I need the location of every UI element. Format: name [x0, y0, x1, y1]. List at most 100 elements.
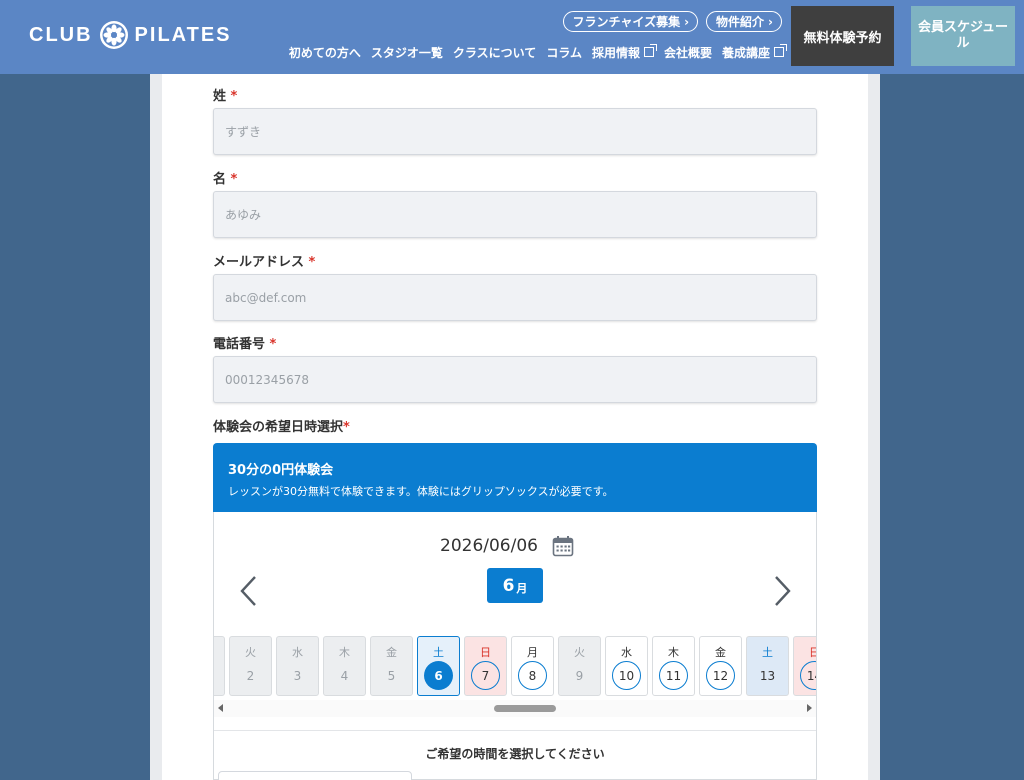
day-number: 7 — [471, 661, 500, 690]
last-name-label: 姓 * — [213, 85, 237, 104]
required-mark: * — [230, 172, 238, 187]
day-tile[interactable]: 土 13 — [746, 636, 789, 696]
day-tile: 木4 — [323, 636, 366, 696]
day-of-week: 日 — [480, 646, 491, 659]
email-placeholder: abc@def.com — [225, 290, 307, 305]
external-link-icon — [774, 43, 787, 57]
day-of-week: 水 — [292, 646, 303, 659]
chevron-right-icon: › — [684, 14, 690, 29]
external-link-icon — [643, 43, 657, 57]
last-name-input[interactable]: すずき — [213, 108, 817, 155]
day-tile[interactable]: 金 12 — [699, 636, 742, 696]
day-number: 8 — [518, 661, 547, 690]
day-tile[interactable]: 木 11 — [652, 636, 695, 696]
logo-text-right: PILATES — [134, 23, 232, 46]
phone-label-text: 電話番号 — [213, 337, 266, 352]
day-tile: 火2 — [229, 636, 272, 696]
required-mark: * — [269, 337, 277, 352]
day-number: 10 — [612, 661, 641, 690]
month-unit: 月 — [516, 581, 528, 595]
time-slot-option[interactable] — [218, 771, 412, 780]
first-name-label-text: 名 — [213, 172, 227, 187]
scroll-thumb[interactable] — [494, 705, 556, 712]
flower-logo-icon — [99, 21, 128, 49]
day-number: 1 — [214, 661, 218, 690]
day-of-week: 日 — [809, 646, 816, 659]
day-of-week: 土 — [762, 646, 773, 659]
nav-training-label: 養成講座 — [721, 46, 770, 60]
section-divider — [214, 730, 816, 731]
selected-date-text: 2026/06/06 — [440, 536, 538, 556]
day-tile[interactable]: 土6 — [417, 636, 460, 696]
day-number: 11 — [659, 661, 688, 690]
month-number: 6 — [502, 575, 515, 596]
day-number: 5 — [387, 668, 396, 683]
email-input[interactable]: abc@def.com — [213, 274, 817, 321]
first-name-input[interactable]: あゆみ — [213, 191, 817, 238]
day-number: 9 — [575, 668, 584, 683]
time-prompt: ご希望の時間を選択してください — [425, 747, 605, 761]
nav-training[interactable]: 養成講座 — [721, 43, 787, 61]
nav-recruit[interactable]: 採用情報 — [591, 43, 657, 61]
day-tile[interactable]: 水 10 — [605, 636, 648, 696]
day-number: 4 — [340, 668, 349, 683]
trial-description: レッスンが30分無料で体験できます。体験にはグリップソックスが必要です。 — [228, 485, 614, 498]
day-tile: 火9 — [558, 636, 601, 696]
calendar-icon[interactable] — [552, 535, 574, 557]
day-number: 13 — [759, 668, 776, 683]
required-mark: * — [343, 420, 350, 435]
free-trial-button[interactable]: 無料体験予約 — [791, 6, 894, 66]
required-mark: * — [308, 255, 316, 270]
month-badge: 6 月 — [487, 568, 543, 603]
franchise-link[interactable]: フランチャイズ募集 › — [562, 11, 699, 32]
day-tile: 金5 — [370, 636, 413, 696]
day-of-week: 水 — [621, 646, 632, 659]
day-tile[interactable]: 月8 — [511, 636, 554, 696]
phone-input[interactable]: 00012345678 — [213, 356, 817, 403]
nav-recruit-label: 採用情報 — [591, 46, 640, 60]
day-of-week: 火 — [245, 646, 256, 659]
day-tile[interactable]: 日 14 — [793, 636, 816, 696]
logo-text-left: CLUB — [29, 23, 93, 46]
day-strip: 月1火2水3木4金5土6日7月8火9水10木11金12土13日14 — [214, 636, 816, 696]
day-number: 3 — [293, 668, 302, 683]
property-link-label: 物件紹介 — [716, 15, 765, 29]
day-number: 2 — [246, 668, 255, 683]
day-of-week: 木 — [668, 646, 679, 659]
day-number: 12 — [706, 661, 735, 690]
phone-label: 電話番号 * — [213, 333, 276, 352]
required-mark: * — [230, 89, 238, 104]
last-name-label-text: 姓 — [213, 89, 227, 104]
day-number: 14 — [800, 661, 816, 690]
day-of-week: 月 — [527, 646, 538, 659]
nav-studios[interactable]: スタジオ一覧 — [371, 44, 443, 61]
scroll-right-arrow-icon[interactable] — [807, 704, 812, 712]
next-month-arrow-icon[interactable] — [770, 573, 794, 609]
nav-company[interactable]: 会社概要 — [664, 44, 712, 61]
day-of-week: 火 — [574, 646, 585, 659]
scroll-left-arrow-icon[interactable] — [218, 704, 223, 712]
club-pilates-logo[interactable]: CLUB PILATES — [29, 20, 232, 50]
last-name-placeholder: すずき — [225, 125, 262, 139]
selected-date-display: 2026/06/06 — [440, 535, 574, 557]
email-label: メールアドレス * — [213, 251, 315, 270]
header-pill-links: フランチャイズ募集 › 物件紹介 › — [562, 11, 782, 32]
email-label-text: メールアドレス — [213, 255, 305, 270]
nav-beginners[interactable]: 初めての方へ — [289, 44, 361, 61]
day-tile: 水3 — [276, 636, 319, 696]
member-schedule-button[interactable]: 会員スケジュール — [911, 6, 1015, 66]
main-nav: 初めての方へ スタジオ一覧 クラスについて コラム 採用情報 会社概要 養成講座 — [289, 43, 787, 61]
day-scrollbar[interactable] — [214, 700, 816, 717]
first-name-placeholder: あゆみ — [225, 208, 262, 222]
day-of-week: 金 — [386, 646, 397, 659]
prev-month-arrow-icon[interactable] — [237, 573, 261, 609]
trial-card-header: 30分の0円体験会 レッスンが30分無料で体験できます。体験にはグリップソックス… — [213, 443, 817, 512]
chevron-right-icon: › — [768, 14, 773, 29]
property-link[interactable]: 物件紹介 › — [706, 11, 782, 32]
day-tile[interactable]: 日7 — [464, 636, 507, 696]
nav-classes[interactable]: クラスについて — [453, 44, 536, 61]
site-header: CLUB PILATES フランチャイズ募集 › 物件紹介 › 初めての方へ ス… — [0, 0, 1024, 74]
datetime-label: 体験会の希望日時選択* — [213, 416, 350, 435]
phone-placeholder: 00012345678 — [225, 372, 309, 387]
nav-column[interactable]: コラム — [546, 44, 582, 61]
